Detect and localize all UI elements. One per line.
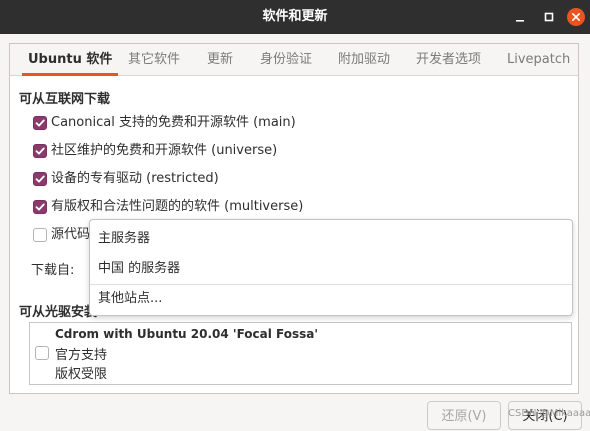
- restricted-checkbox[interactable]: [33, 172, 47, 186]
- menu-separator: [90, 284, 572, 285]
- minimize-button[interactable]: [510, 7, 530, 27]
- check-icon: [35, 119, 45, 127]
- title-bar: 软件和更新: [0, 0, 590, 34]
- tab-livepatch[interactable]: Livepatch: [507, 44, 570, 75]
- menu-item-main-server[interactable]: 主服务器: [98, 227, 150, 251]
- check-icon: [35, 203, 45, 211]
- check-icon: [35, 147, 45, 155]
- server-dropdown-menu: 主服务器 中国 的服务器 其他站点...: [89, 219, 573, 316]
- cdrom-list: Cdrom with Ubuntu 20.04 'Focal Fossa' 官方…: [29, 322, 572, 385]
- close-icon: [567, 8, 585, 26]
- check-icon: [35, 175, 45, 183]
- internet-heading: 可从互联网下载: [19, 92, 111, 107]
- tab-additional-drivers[interactable]: 附加驱动: [338, 44, 390, 75]
- multiverse-checkbox[interactable]: [33, 200, 47, 214]
- cdrom-checkbox[interactable]: [35, 346, 49, 360]
- tab-ubuntu-software[interactable]: Ubuntu 软件: [21, 44, 119, 76]
- tab-developer-options[interactable]: 开发者选项: [416, 44, 481, 75]
- source-code-checkbox[interactable]: [33, 228, 47, 242]
- menu-item-other-site[interactable]: 其他站点...: [98, 287, 162, 311]
- tab-bar: Ubuntu 软件 其它软件 更新 身份验证 附加驱动 开发者选项 Livepa…: [10, 44, 578, 76]
- cdrom-rights-line: 版权受限: [55, 367, 108, 382]
- cdrom-support-line: 官方支持: [55, 348, 108, 363]
- close-window-button[interactable]: [566, 7, 586, 27]
- menu-item-china-server[interactable]: 中国 的服务器: [98, 257, 180, 281]
- tab-other-software[interactable]: 其它软件: [128, 44, 180, 75]
- minimize-icon: [516, 20, 524, 22]
- cdrom-name: Cdrom with Ubuntu 20.04 'Focal Fossa': [55, 327, 319, 341]
- download-from-label: 下载自:: [31, 263, 75, 278]
- tab-authentication[interactable]: 身份验证: [260, 44, 312, 75]
- window-title: 软件和更新: [262, 9, 328, 24]
- revert-button[interactable]: 还原(V): [427, 401, 501, 430]
- main-checkbox[interactable]: [33, 116, 47, 130]
- universe-checkbox[interactable]: [33, 144, 47, 158]
- close-button[interactable]: 关闭(C): [508, 401, 582, 430]
- multiverse-label: 有版权和合法性问题的的软件 (multiverse): [51, 199, 304, 214]
- main-label: Canonical 支持的免费和开源软件 (main): [51, 115, 296, 130]
- maximize-icon: [544, 12, 554, 22]
- maximize-button[interactable]: [539, 7, 559, 27]
- restricted-label: 设备的专有驱动 (restricted): [51, 171, 219, 186]
- cdrom-heading: 可从光驱安装: [19, 305, 98, 320]
- tab-updates[interactable]: 更新: [207, 44, 233, 75]
- source-code-label: 源代码: [51, 227, 91, 242]
- universe-label: 社区维护的免费和开源软件 (universe): [51, 143, 278, 158]
